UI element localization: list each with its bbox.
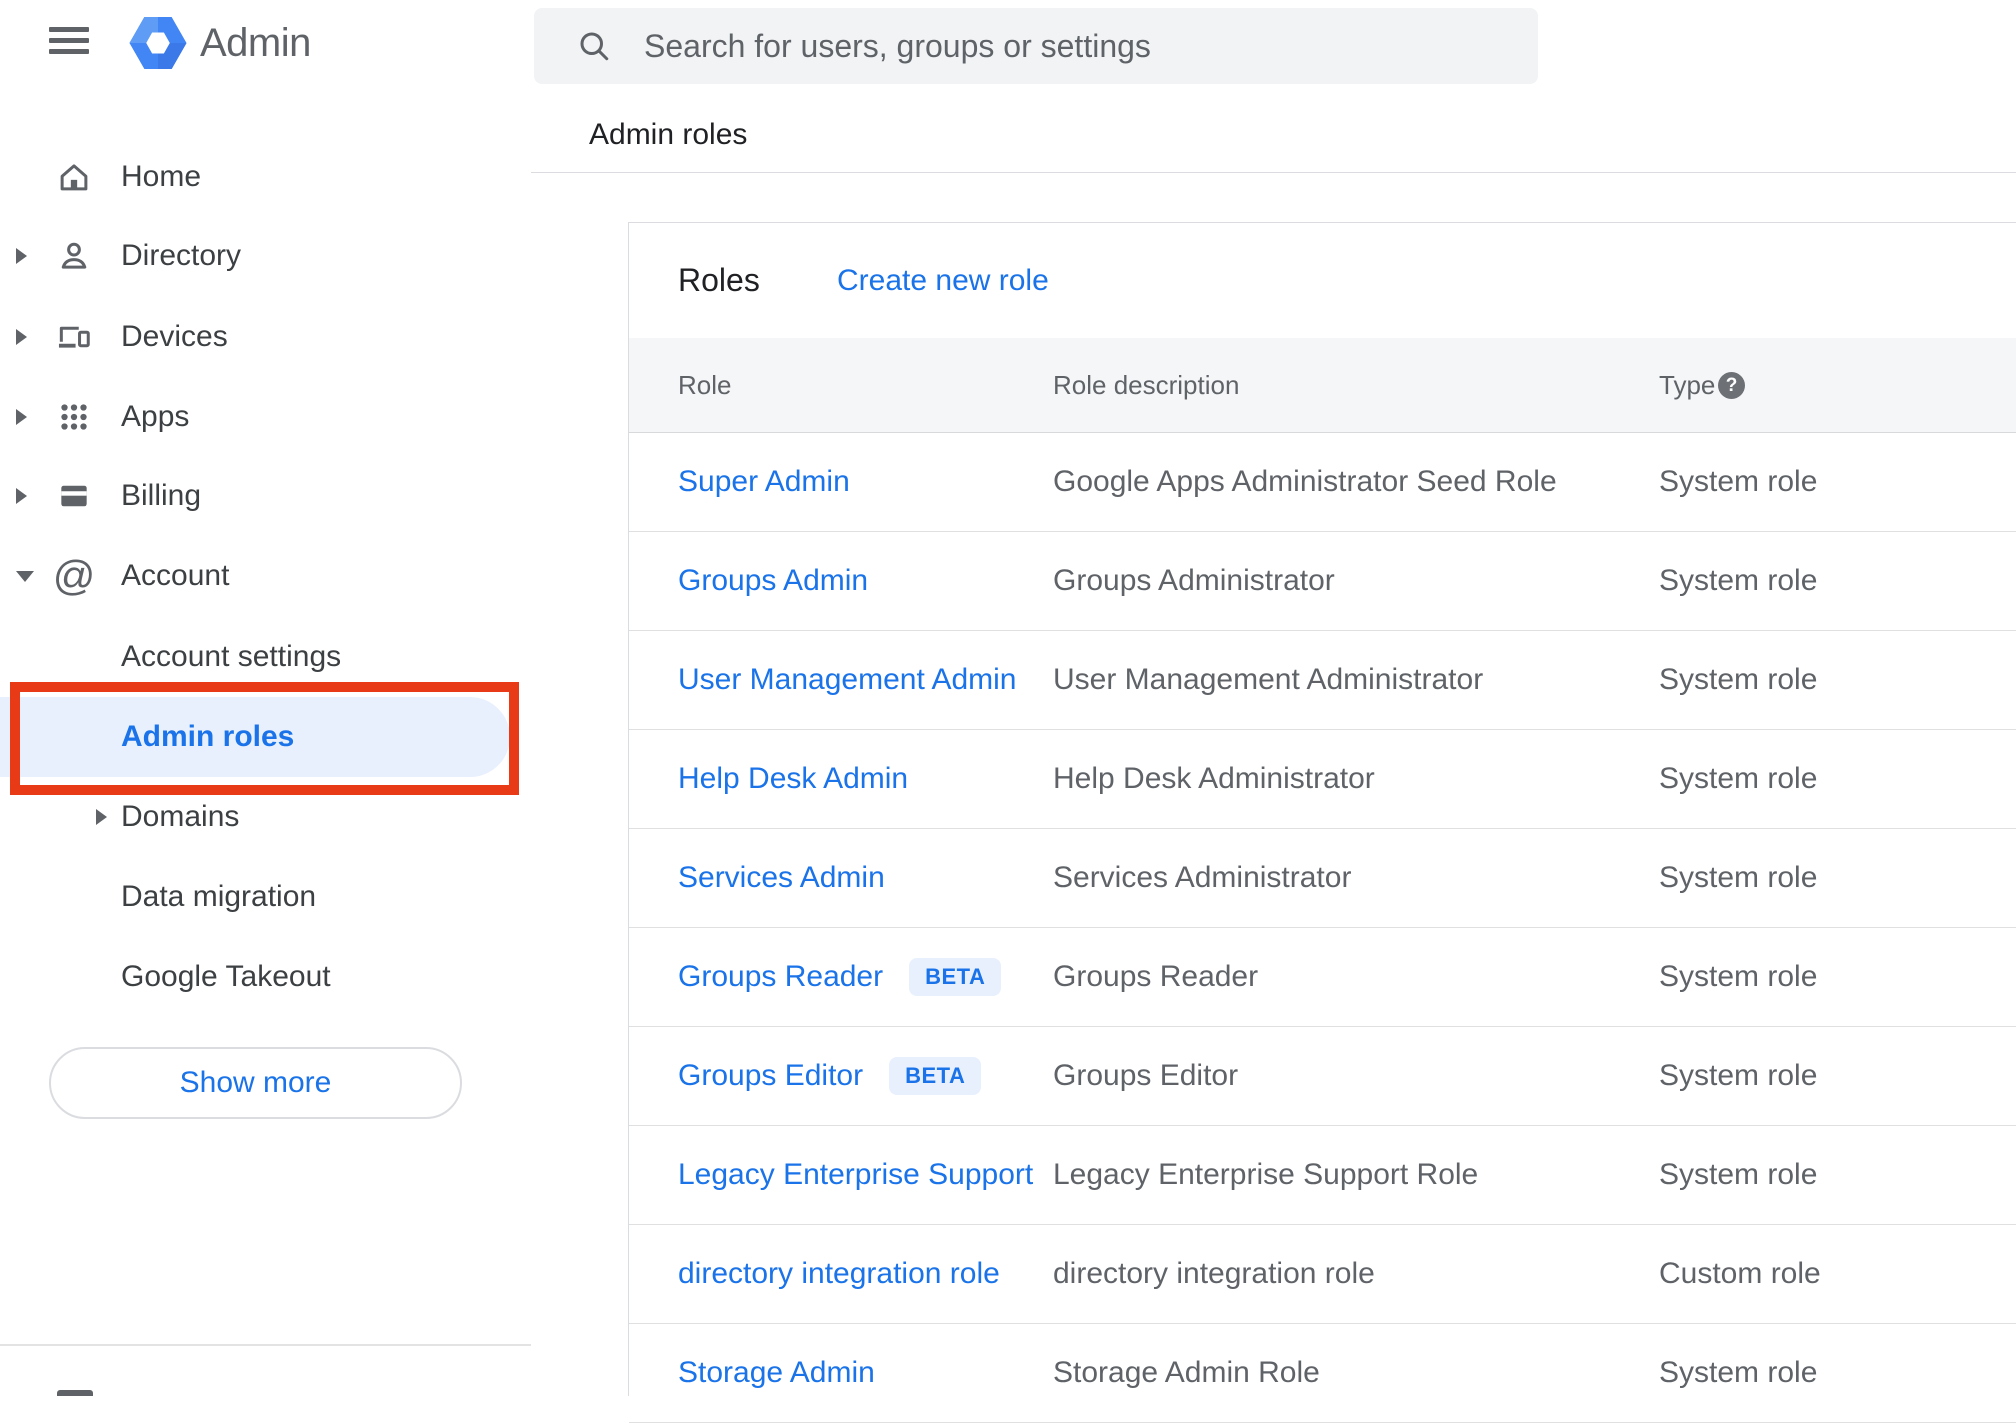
apps-grid-icon xyxy=(55,398,93,436)
table-row: Help Desk Admin Help Desk Administrator Sy… xyxy=(629,730,2016,829)
column-header-role-description: Role description xyxy=(1053,370,1240,400)
sidebar-item-devices[interactable]: Devices xyxy=(0,297,531,377)
role-type: System role xyxy=(1659,1059,1818,1092)
chevron-right-icon[interactable] xyxy=(16,248,40,264)
search-placeholder: Search for users, groups or settings xyxy=(644,27,1151,64)
product-title: Admin xyxy=(200,21,311,65)
role-type: System role xyxy=(1659,465,1818,498)
sidebar-item-label: Domains xyxy=(121,800,240,833)
sidebar-item-label: Admin roles xyxy=(121,720,295,753)
sidebar-divider xyxy=(0,1344,531,1346)
role-description: Groups Editor xyxy=(1053,1059,1239,1092)
devices-icon xyxy=(55,318,93,356)
sidebar-item-admin-roles[interactable]: Admin roles xyxy=(0,697,510,777)
sidebar-item-billing[interactable]: Billing xyxy=(0,456,531,536)
role-type: System role xyxy=(1659,1356,1818,1389)
roles-card: Roles Create new role Role Role descript… xyxy=(628,222,2016,1423)
hamburger-menu-icon[interactable] xyxy=(49,27,89,55)
sidebar-item-apps[interactable]: Apps xyxy=(0,377,531,457)
show-more-button[interactable]: Show more xyxy=(49,1047,462,1119)
role-link[interactable]: Legacy Enterprise Support xyxy=(678,1126,1033,1224)
role-description: directory integration role xyxy=(1053,1257,1375,1290)
table-row: Storage Admin Storage Admin Role System ro… xyxy=(629,1324,2016,1423)
column-header-role: Role xyxy=(678,370,732,400)
home-icon xyxy=(55,158,93,196)
role-type: System role xyxy=(1659,1158,1818,1191)
role-link[interactable]: User Management Admin xyxy=(678,631,1017,729)
directory-person-icon xyxy=(55,237,93,275)
sidebar-item-label: Billing xyxy=(121,479,202,512)
table-row: Groups Reader BETA Groups Reader System rol… xyxy=(629,928,2016,1027)
chevron-right-icon[interactable] xyxy=(16,488,40,504)
sidebar-item-label: Apps xyxy=(121,400,190,433)
sidebar: Admin Home Directory Devices Apps Billin… xyxy=(0,0,531,1396)
sidebar-item-google-takeout[interactable]: Google Takeout xyxy=(0,937,531,1017)
table-row: User Management Admin User Management Adm… xyxy=(629,631,2016,730)
role-link[interactable]: Groups Editor BETA xyxy=(678,1027,982,1125)
search-icon xyxy=(580,32,609,61)
sidebar-item-label: Account settings xyxy=(121,640,342,673)
column-header-type: Type xyxy=(1659,370,1716,400)
role-link[interactable]: Groups Reader BETA xyxy=(678,928,1002,1026)
role-type: System role xyxy=(1659,960,1818,993)
beta-badge: BETA xyxy=(909,958,1002,996)
beta-badge: BETA xyxy=(889,1057,982,1095)
role-type: System role xyxy=(1659,564,1818,597)
role-type: System role xyxy=(1659,663,1818,696)
role-link[interactable]: Storage Admin xyxy=(678,1324,875,1422)
billing-card-icon xyxy=(55,477,93,515)
chevron-right-icon[interactable] xyxy=(16,329,40,345)
create-new-role-link[interactable]: Create new role xyxy=(837,223,1049,338)
chevron-down-icon[interactable] xyxy=(16,570,40,582)
breadcrumb: Admin roles xyxy=(589,118,748,151)
table-row: Legacy Enterprise Support Legacy Enterpri… xyxy=(629,1126,2016,1225)
header-divider xyxy=(531,172,2016,173)
role-type: System role xyxy=(1659,861,1818,894)
chevron-right-icon[interactable] xyxy=(16,409,40,425)
table-row: directory integration role directory inte… xyxy=(629,1225,2016,1324)
role-link[interactable]: directory integration role xyxy=(678,1225,1000,1323)
roles-card-header: Roles Create new role xyxy=(629,223,2016,338)
sidebar-item-label: Directory xyxy=(121,239,242,272)
roles-table-body: Super Admin Google Apps Administrator See… xyxy=(629,433,2016,1423)
table-row: Services Admin Services Administrator Syst… xyxy=(629,829,2016,928)
table-header-row: Role Role description Type ? xyxy=(629,338,2016,433)
sidebar-item-label: Data migration xyxy=(121,880,317,913)
search-input[interactable]: Search for users, groups or settings xyxy=(534,8,1538,84)
table-row: Super Admin Google Apps Administrator See… xyxy=(629,433,2016,532)
sidebar-item-home[interactable]: Home xyxy=(0,137,531,217)
role-description: Storage Admin Role xyxy=(1053,1356,1320,1389)
role-description: Groups Reader xyxy=(1053,960,1259,993)
table-row: Groups Editor BETA Groups Editor System rol… xyxy=(629,1027,2016,1126)
table-row: Groups Admin Groups Administrator System r… xyxy=(629,532,2016,631)
sidebar-item-domains[interactable]: Domains xyxy=(0,777,531,857)
role-description: User Management Administrator xyxy=(1053,663,1484,696)
role-link[interactable]: Services Admin xyxy=(678,829,885,927)
sidebar-item-label: Account xyxy=(121,559,230,592)
sidebar-item-label: Devices xyxy=(121,320,228,353)
role-type: Custom role xyxy=(1659,1257,1821,1290)
role-type: System role xyxy=(1659,762,1818,795)
sidebar-item-label: Home xyxy=(121,160,202,193)
role-link[interactable]: Help Desk Admin xyxy=(678,730,908,828)
role-link[interactable]: Super Admin xyxy=(678,433,850,531)
admin-logo-icon xyxy=(129,16,187,70)
sidebar-item-account-settings[interactable]: Account settings xyxy=(0,617,531,697)
clipped-section-icon xyxy=(57,1390,93,1396)
sidebar-item-account[interactable]: @ Account xyxy=(0,536,531,616)
role-description: Help Desk Administrator xyxy=(1053,762,1375,795)
sidebar-item-directory[interactable]: Directory xyxy=(0,216,531,296)
type-help-icon[interactable]: ? xyxy=(1718,372,1745,399)
chevron-right-icon[interactable] xyxy=(96,809,120,825)
sidebar-item-data-migration[interactable]: Data migration xyxy=(0,857,531,937)
roles-title: Roles xyxy=(678,262,760,298)
role-description: Legacy Enterprise Support Role xyxy=(1053,1158,1479,1191)
account-at-icon: @ xyxy=(52,552,96,599)
role-description: Services Administrator xyxy=(1053,861,1352,894)
role-link[interactable]: Groups Admin xyxy=(678,532,868,630)
role-description: Groups Administrator xyxy=(1053,564,1335,597)
role-description: Google Apps Administrator Seed Role xyxy=(1053,465,1557,498)
sidebar-item-label: Google Takeout xyxy=(121,960,331,993)
